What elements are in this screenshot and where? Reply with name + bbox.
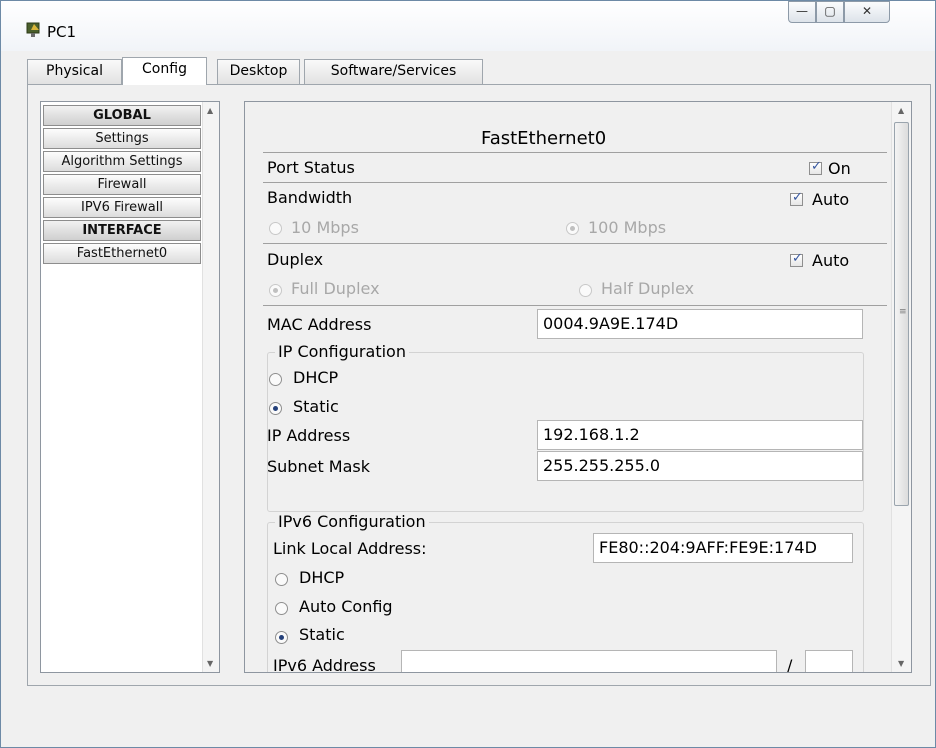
bandwidth-label: Bandwidth bbox=[267, 188, 353, 207]
radio-half-duplex-label: Half Duplex bbox=[601, 279, 695, 298]
divider bbox=[263, 182, 887, 183]
sidebar-item-settings[interactable]: Settings bbox=[43, 128, 201, 149]
ipv6-dhcp-label: DHCP bbox=[299, 568, 345, 587]
subnet-mask-field[interactable]: 255.255.255.0 bbox=[537, 451, 863, 481]
port-status-label: Port Status bbox=[267, 158, 355, 177]
bandwidth-auto-label: Auto bbox=[812, 190, 850, 209]
ipv6-dhcp-radio[interactable] bbox=[275, 573, 288, 586]
scroll-up-arrow-icon[interactable]: ▲ bbox=[207, 106, 213, 115]
ipv6-address-label: IPv6 Address bbox=[273, 656, 376, 673]
ip-address-label: IP Address bbox=[267, 426, 351, 445]
divider bbox=[263, 152, 887, 153]
scroll-up-arrow-icon[interactable]: ▲ bbox=[898, 106, 904, 115]
link-local-address-label: Link Local Address: bbox=[273, 539, 427, 558]
divider bbox=[263, 243, 887, 244]
radio-10mbps[interactable] bbox=[269, 222, 282, 235]
scroll-grip-icon: ≡ bbox=[899, 307, 907, 317]
ip-dhcp-label: DHCP bbox=[293, 368, 339, 387]
ip-configuration-legend: IP Configuration bbox=[275, 342, 409, 361]
ipv6-prefix-field[interactable] bbox=[805, 650, 853, 672]
close-icon: ✕ bbox=[861, 4, 873, 18]
link-local-address-value: FE80::204:9AFF:FE9E:174D bbox=[599, 538, 817, 557]
prefix-separator: / bbox=[787, 656, 793, 673]
sidebar-item-ipv6-firewall[interactable]: IPV6 Firewall bbox=[43, 197, 201, 218]
ipv6-configuration-legend: IPv6 Configuration bbox=[275, 512, 429, 531]
link-local-address-field[interactable]: FE80::204:9AFF:FE9E:174D bbox=[593, 533, 853, 563]
radio-10mbps-label: 10 Mbps bbox=[291, 218, 359, 237]
scroll-down-arrow-icon[interactable]: ▼ bbox=[898, 659, 904, 668]
ipv6-static-radio[interactable] bbox=[275, 631, 288, 644]
interface-scrollbar[interactable]: ▲ ≡ ▼ bbox=[891, 102, 911, 672]
ipv6-auto-config-radio[interactable] bbox=[275, 602, 288, 615]
ipv6-address-field[interactable] bbox=[401, 650, 777, 672]
divider bbox=[263, 305, 887, 306]
close-button[interactable]: ✕ bbox=[844, 1, 890, 23]
config-content: GLOBAL Settings Algorithm Settings Firew… bbox=[27, 84, 931, 686]
sidebar-header-global: GLOBAL bbox=[43, 105, 201, 126]
ip-address-field[interactable]: 192.168.1.2 bbox=[537, 420, 863, 450]
ipv6-static-label: Static bbox=[299, 625, 345, 644]
radio-half-duplex[interactable] bbox=[579, 284, 592, 297]
port-status-on-label: On bbox=[828, 159, 851, 178]
radio-100mbps[interactable] bbox=[566, 222, 579, 235]
ip-static-radio[interactable] bbox=[269, 402, 282, 415]
interface-panel: FastEthernet0 Port Status On Bandwidth A… bbox=[244, 101, 912, 673]
sidebar-item-firewall[interactable]: Firewall bbox=[43, 174, 201, 195]
maximize-button[interactable]: ▢ bbox=[816, 1, 844, 23]
radio-full-duplex[interactable] bbox=[269, 284, 282, 297]
pc-app-icon bbox=[26, 22, 40, 37]
sidebar-header-interface: INTERFACE bbox=[43, 220, 201, 241]
sidebar-item-fastethernet0[interactable]: FastEthernet0 bbox=[43, 243, 201, 264]
config-sidebar: GLOBAL Settings Algorithm Settings Firew… bbox=[40, 101, 220, 673]
interface-title: FastEthernet0 bbox=[481, 128, 607, 149]
radio-100mbps-label: 100 Mbps bbox=[588, 218, 667, 237]
tab-desktop[interactable]: Desktop bbox=[217, 59, 300, 84]
ip-dhcp-radio[interactable] bbox=[269, 373, 282, 386]
mac-address-label: MAC Address bbox=[267, 315, 372, 334]
duplex-auto-label: Auto bbox=[812, 251, 850, 270]
duplex-auto-checkbox[interactable] bbox=[790, 251, 803, 267]
sidebar-scrollbar[interactable]: ▲ ▼ bbox=[202, 102, 219, 672]
scroll-down-arrow-icon[interactable]: ▼ bbox=[207, 659, 213, 668]
subnet-mask-label: Subnet Mask bbox=[267, 457, 371, 476]
tab-config[interactable]: Config bbox=[122, 57, 207, 85]
radio-full-duplex-label: Full Duplex bbox=[291, 279, 380, 298]
tab-software-services[interactable]: Software/Services bbox=[304, 59, 483, 84]
duplex-label: Duplex bbox=[267, 250, 324, 269]
port-status-checkbox[interactable] bbox=[809, 159, 822, 175]
ip-static-label: Static bbox=[293, 397, 339, 416]
ipv6-auto-config-label: Auto Config bbox=[299, 597, 393, 616]
title-bar[interactable]: PC1 — ▢ ✕ bbox=[1, 1, 935, 51]
mac-address-field[interactable]: 0004.9A9E.174D bbox=[537, 309, 863, 339]
minimize-icon: — bbox=[796, 4, 808, 18]
bandwidth-auto-checkbox[interactable] bbox=[790, 190, 803, 206]
minimize-button[interactable]: — bbox=[788, 1, 816, 23]
pc1-window: PC1 — ▢ ✕ Physical Config Desktop Softwa… bbox=[0, 0, 936, 748]
sidebar-item-algorithm-settings[interactable]: Algorithm Settings bbox=[43, 151, 201, 172]
tab-physical[interactable]: Physical bbox=[27, 59, 122, 84]
maximize-icon: ▢ bbox=[824, 4, 836, 18]
scrollbar-thumb[interactable]: ≡ bbox=[894, 122, 909, 506]
window-title: PC1 bbox=[47, 23, 77, 41]
